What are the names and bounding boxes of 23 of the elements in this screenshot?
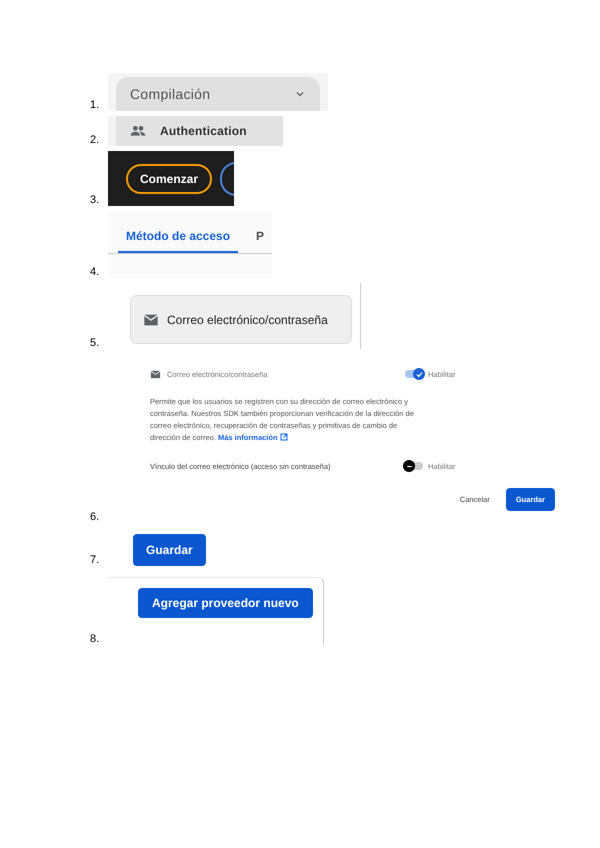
step-number: 1. (90, 99, 100, 111)
provider-button[interactable]: Correo electrónico/contraseña (130, 295, 352, 344)
toggle-switch[interactable] (403, 368, 425, 380)
save-button[interactable]: Guardar (133, 534, 206, 566)
external-link-icon (280, 433, 288, 441)
tab[interactable]: Método de acceso (118, 225, 238, 253)
step-number: 5. (90, 337, 100, 349)
check-icon (414, 370, 424, 378)
button-edge (220, 162, 234, 196)
step-number: 3. (90, 194, 100, 206)
step-number: 8. (90, 633, 100, 645)
nav-item[interactable]: Authentication (116, 116, 283, 146)
toggle-switch[interactable] (403, 460, 425, 472)
start-button[interactable]: Comenzar (126, 164, 212, 194)
add-provider-button[interactable]: Agregar proveedor nuevo (138, 588, 313, 618)
mail-icon (150, 368, 161, 380)
tab[interactable]: P (248, 225, 272, 253)
mail-icon (143, 312, 159, 328)
step-number: 7. (90, 554, 100, 566)
dropdown[interactable]: Compilación (116, 77, 320, 111)
step-number: 2. (90, 134, 100, 146)
step-number: 4. (90, 266, 100, 278)
step-number: 6. (90, 511, 100, 523)
